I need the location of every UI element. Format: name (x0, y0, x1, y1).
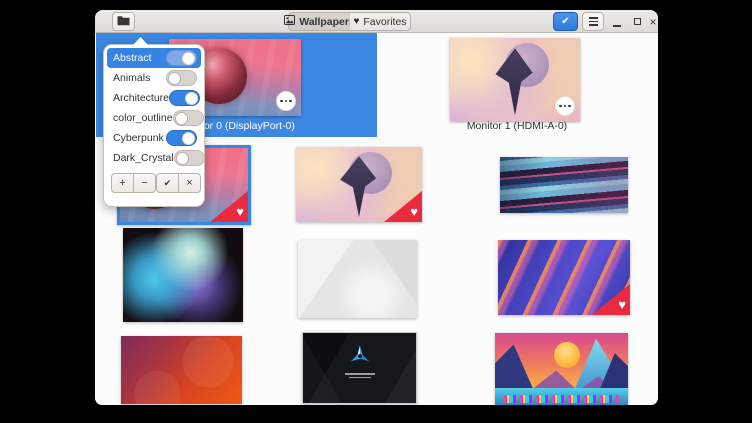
monitor-0-more-options-button[interactable] (276, 91, 296, 111)
remove-folder-button[interactable]: − (133, 173, 156, 193)
close-icon: × (649, 15, 656, 29)
wallpaper-thumb-ink-smoke[interactable] (123, 228, 243, 322)
category-label: Animals (113, 72, 150, 84)
heart-icon: ♥ (618, 298, 626, 311)
category-label: Dark_Crystal (113, 152, 174, 164)
monitor-1-label: Monitor 1 (HDMI-A-0) (377, 120, 657, 132)
toggle-dark-crystal[interactable] (174, 150, 205, 166)
category-label: Cyberpunk (113, 132, 164, 144)
island-artwork (316, 151, 402, 220)
ellipsis-icon (280, 100, 283, 103)
wallpaper-thumb-silk-waves[interactable]: ♥ (498, 240, 630, 315)
add-folder-button[interactable]: + (111, 173, 134, 193)
wallpaper-thumb-dark-geometric-logo[interactable] (302, 332, 417, 404)
category-label: color_outline (113, 112, 173, 124)
cancel-button[interactable]: × (178, 173, 201, 193)
minimize-button[interactable] (609, 12, 625, 31)
tab-wallpapers-label: Wallpapers (299, 16, 355, 28)
folder-open-icon (117, 13, 130, 31)
category-row-cyberpunk[interactable]: Cyberpunk (107, 128, 201, 148)
category-row-architecture[interactable]: Architecture (107, 88, 201, 108)
headerbar: Wallpapers ♥ Favorites ✔ × (95, 10, 658, 33)
minimize-icon (613, 25, 621, 27)
toggle-animals[interactable] (166, 70, 197, 86)
category-row-abstract[interactable]: Abstract (107, 48, 201, 68)
categories-popover: Abstract Animals Architecture color_outl… (103, 44, 205, 207)
toggle-architecture[interactable] (169, 90, 200, 106)
category-label: Architecture (113, 92, 169, 104)
maximize-icon (634, 18, 641, 25)
logo-text-lines (345, 371, 375, 378)
wallpaper-thumb-light-gray-abstract[interactable] (298, 240, 417, 318)
close-button[interactable]: × (645, 12, 658, 31)
tab-wallpapers[interactable]: Wallpapers (288, 12, 351, 31)
check-icon: ✔ (561, 17, 569, 27)
tab-favorites-label: Favorites (363, 16, 406, 28)
wallpaper-thumb-glitch-clouds[interactable] (500, 157, 628, 213)
ellipsis-icon (559, 105, 562, 108)
hamburger-icon (589, 17, 598, 26)
toggle-cyberpunk[interactable] (166, 130, 197, 146)
confirm-button[interactable]: ✔ (164, 178, 172, 189)
wallpaper-thumb-floating-island[interactable]: ♥ (296, 147, 422, 222)
category-row-dark-crystal[interactable]: Dark_Crystal (107, 148, 201, 168)
star-logo-icon (303, 344, 416, 378)
image-icon (284, 15, 295, 28)
wallpaper-thumb-orange-gradient[interactable] (121, 336, 242, 404)
favorite-badge: ♥ (210, 191, 248, 222)
favorite-badge: ♥ (592, 284, 630, 315)
wallpaper-app-window: Wallpapers ♥ Favorites ✔ × (95, 10, 658, 405)
heart-icon: ♥ (353, 17, 359, 27)
desktop-background: Wallpapers ♥ Favorites ✔ × (0, 0, 752, 423)
category-row-color-outline[interactable]: color_outline (107, 108, 201, 128)
favorite-badge: ♥ (384, 191, 422, 222)
popover-footer: + − ✔ × (107, 168, 201, 193)
heart-icon: ♥ (410, 205, 418, 218)
open-folder-button[interactable] (112, 12, 135, 31)
wallpaper-thumb-mountain-sunset[interactable] (495, 333, 628, 405)
category-row-animals[interactable]: Animals (107, 68, 201, 88)
apply-wallpaper-button[interactable]: ✔ (553, 12, 578, 31)
main-menu-button[interactable] (582, 12, 604, 31)
monitor-1-panel[interactable]: Monitor 1 (HDMI-A-0) (377, 33, 657, 137)
tab-favorites[interactable]: ♥ Favorites (350, 12, 411, 31)
monitor-1-wallpaper-preview[interactable] (450, 38, 580, 121)
category-label: Abstract (113, 52, 152, 64)
toggle-abstract[interactable] (166, 50, 197, 66)
monitor-1-more-options-button[interactable] (555, 96, 575, 116)
maximize-button[interactable] (629, 12, 645, 31)
heart-icon: ♥ (236, 205, 244, 218)
sun-artwork (554, 342, 580, 368)
toggle-color-outline[interactable] (173, 110, 204, 126)
